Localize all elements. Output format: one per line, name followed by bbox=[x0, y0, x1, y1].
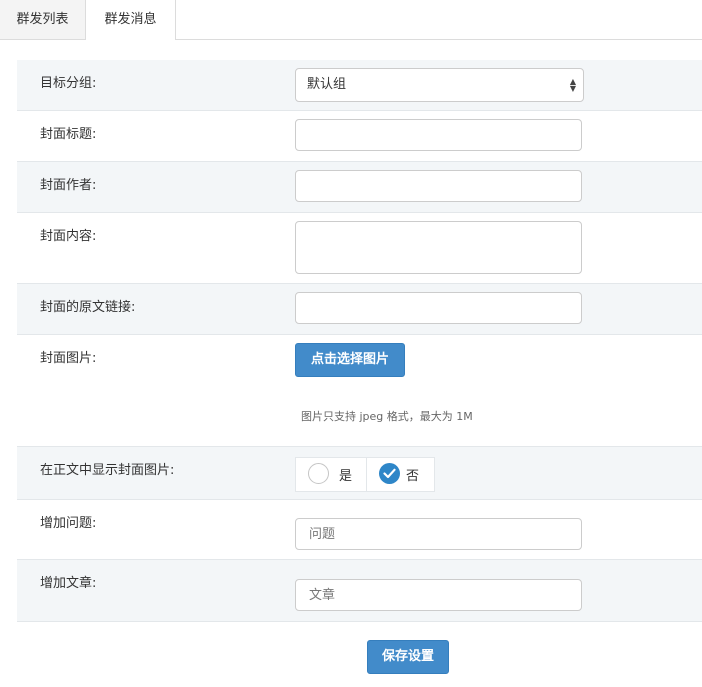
row-target-group: 目标分组: 默认组 ▲ ▼ bbox=[17, 60, 702, 111]
cover-content-textarea[interactable] bbox=[295, 221, 582, 274]
radio-option-yes[interactable]: 是 bbox=[296, 458, 367, 491]
target-group-label: 目标分组: bbox=[40, 76, 97, 91]
add-article-label: 增加文章: bbox=[40, 576, 97, 591]
cover-author-input[interactable] bbox=[295, 170, 582, 202]
tab-broadcast-message[interactable]: 群发消息 bbox=[86, 0, 176, 40]
row-add-article: 增加文章: bbox=[17, 560, 702, 622]
row-cover-title: 封面标题: bbox=[17, 111, 702, 162]
radio-yes-label: 是 bbox=[339, 469, 353, 484]
row-show-cover: 在正文中显示封面图片: 是 否 bbox=[17, 447, 702, 500]
row-cover-link: 封面的原文链接: bbox=[17, 284, 702, 335]
row-add-question: 增加问题: bbox=[17, 500, 702, 560]
row-cover-author: 封面作者: bbox=[17, 162, 702, 213]
tab-broadcast-list[interactable]: 群发列表 bbox=[0, 0, 86, 39]
cover-image-label: 封面图片: bbox=[40, 351, 97, 366]
radio-no-label: 否 bbox=[406, 469, 420, 484]
cover-title-input[interactable] bbox=[295, 119, 582, 151]
tab-bar: 群发列表 群发消息 bbox=[0, 0, 702, 40]
save-settings-button[interactable]: 保存设置 bbox=[367, 640, 449, 674]
add-question-label: 增加问题: bbox=[40, 516, 97, 531]
cover-author-label: 封面作者: bbox=[40, 178, 97, 193]
target-group-select[interactable]: 默认组 ▲ ▼ bbox=[295, 68, 584, 102]
image-help-text: 图片只支持 jpeg 格式，最大为 1M bbox=[301, 410, 473, 423]
cover-link-label: 封面的原文链接: bbox=[40, 300, 136, 315]
add-article-input[interactable] bbox=[295, 579, 582, 611]
show-cover-label: 在正文中显示封面图片: bbox=[40, 463, 175, 478]
cover-title-label: 封面标题: bbox=[40, 127, 97, 142]
row-cover-content: 封面内容: bbox=[17, 213, 702, 284]
row-cover-image: 封面图片: 点击选择图片 图片只支持 jpeg 格式，最大为 1M bbox=[17, 335, 702, 447]
radio-option-no[interactable]: 否 bbox=[367, 458, 435, 491]
select-image-button[interactable]: 点击选择图片 bbox=[295, 343, 405, 377]
add-question-input[interactable] bbox=[295, 518, 582, 550]
radio-unchecked-icon bbox=[308, 463, 329, 484]
cover-link-input[interactable] bbox=[295, 292, 582, 324]
select-arrows-icon: ▲ ▼ bbox=[569, 77, 576, 93]
target-group-value: 默认组 bbox=[307, 77, 347, 92]
show-cover-radio-group: 是 否 bbox=[295, 457, 435, 492]
radio-checked-icon bbox=[379, 463, 400, 484]
cover-content-label: 封面内容: bbox=[40, 229, 97, 244]
